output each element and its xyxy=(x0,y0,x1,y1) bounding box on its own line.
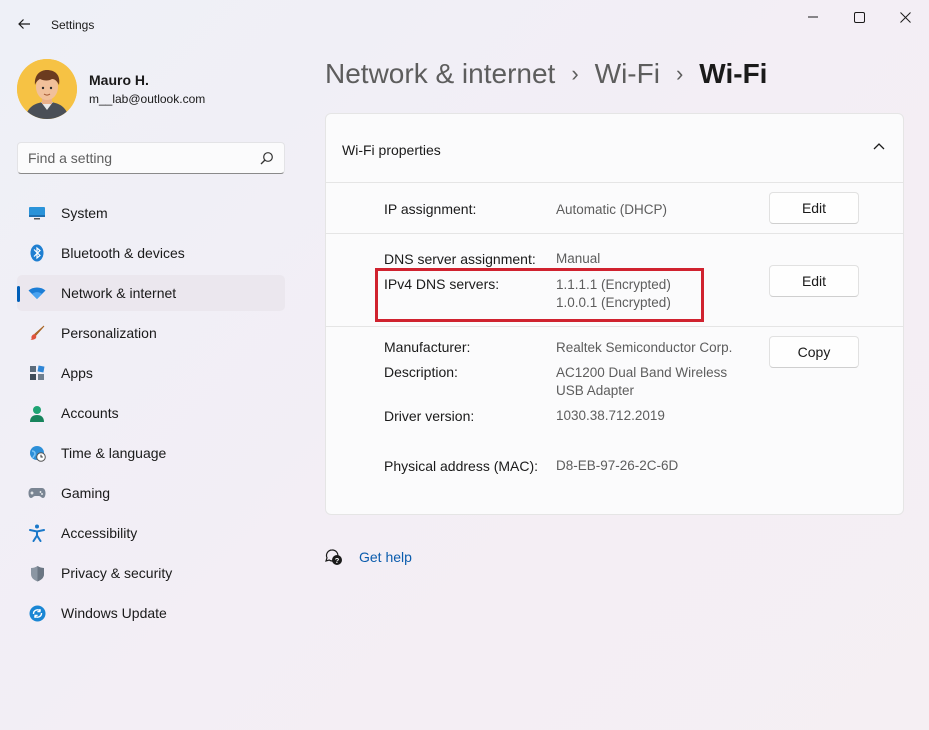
sidebar-item-gaming[interactable]: Gaming xyxy=(17,475,285,511)
shield-icon xyxy=(28,564,46,582)
sidebar-item-label: Windows Update xyxy=(61,605,167,621)
card-title: Wi-Fi properties xyxy=(342,142,441,158)
dns-assignment-value: Manual xyxy=(556,251,601,266)
apps-icon xyxy=(28,364,46,382)
search-input[interactable] xyxy=(18,143,248,173)
monitor-icon xyxy=(28,204,46,222)
description-label: Description: xyxy=(384,364,458,380)
sidebar-item-label: Network & internet xyxy=(61,285,177,301)
breadcrumb: Network & internet › Wi-Fi › Wi-Fi xyxy=(325,58,767,90)
get-help-link[interactable]: ? Get help xyxy=(325,548,412,566)
sidebar-nav: System Bluetooth & devices Network & int… xyxy=(17,195,285,635)
accessibility-icon xyxy=(28,524,46,542)
sidebar-item-label: Bluetooth & devices xyxy=(61,245,185,261)
edit-ip-button[interactable]: Edit xyxy=(769,192,859,224)
app-title: Settings xyxy=(51,18,95,32)
page-title: Wi-Fi xyxy=(699,58,768,89)
breadcrumb-separator: › xyxy=(571,61,579,86)
sidebar-item-label: Time & language xyxy=(61,445,167,461)
sidebar-item-network[interactable]: Network & internet xyxy=(17,275,285,311)
search-box xyxy=(17,142,285,174)
sidebar-item-label: Apps xyxy=(61,365,93,381)
wifi-properties-header[interactable]: Wi-Fi properties xyxy=(326,114,903,183)
manufacturer-value: Realtek Semiconductor Corp. xyxy=(556,340,733,355)
dns-assignment-label: DNS server assignment: xyxy=(384,251,536,267)
person-icon xyxy=(28,404,46,422)
breadcrumb-item-network[interactable]: Network & internet xyxy=(325,58,555,90)
search-icon[interactable] xyxy=(260,151,274,165)
manufacturer-label: Manufacturer: xyxy=(384,339,471,355)
maximize-icon xyxy=(853,11,865,23)
row-divider xyxy=(326,233,903,234)
globe-clock-icon xyxy=(28,444,46,462)
driver-version-value: 1030.38.712.2019 xyxy=(556,408,665,423)
sidebar-item-privacy-security[interactable]: Privacy & security xyxy=(17,555,285,591)
ip-assignment-value: Automatic (DHCP) xyxy=(556,202,668,217)
sidebar-item-label: Accounts xyxy=(61,405,119,421)
avatar[interactable] xyxy=(17,59,77,119)
close-icon xyxy=(899,11,911,23)
back-button[interactable] xyxy=(10,10,38,38)
sidebar-item-label: Accessibility xyxy=(61,525,138,541)
sidebar-item-system[interactable]: System xyxy=(17,195,285,231)
sidebar-item-label: Personalization xyxy=(61,325,157,341)
get-help-label: Get help xyxy=(359,549,412,565)
sidebar-item-label: Privacy & security xyxy=(61,565,173,581)
mac-address-label: Physical address (MAC): xyxy=(384,458,539,474)
update-icon xyxy=(28,604,46,622)
sidebar-item-bluetooth[interactable]: Bluetooth & devices xyxy=(17,235,285,271)
svg-text:?: ? xyxy=(335,556,340,565)
minimize-icon xyxy=(808,16,818,18)
user-name: Mauro H. xyxy=(89,72,149,88)
description-value-line2: USB Adapter xyxy=(556,383,635,398)
breadcrumb-item-wifi[interactable]: Wi-Fi xyxy=(595,58,660,90)
sidebar-item-label: Gaming xyxy=(61,485,111,501)
sidebar-item-time-language[interactable]: Time & language xyxy=(17,435,285,471)
sidebar-item-apps[interactable]: Apps xyxy=(17,355,285,391)
mac-address-value: D8-EB-97-26-2C-6D xyxy=(556,458,679,473)
help-chat-icon: ? xyxy=(325,549,342,565)
minimize-button[interactable] xyxy=(790,0,836,34)
copy-button[interactable]: Copy xyxy=(769,336,859,368)
chevron-up-icon[interactable] xyxy=(873,142,885,150)
maximize-button[interactable] xyxy=(836,0,882,34)
sidebar-item-label: System xyxy=(61,205,108,221)
settings-window: Settings Mauro H. m__lab@outlook.com Fin… xyxy=(0,0,929,730)
bluetooth-icon xyxy=(28,244,46,262)
close-button[interactable] xyxy=(882,0,928,34)
breadcrumb-separator: › xyxy=(675,61,684,86)
wifi-icon xyxy=(28,284,46,302)
gamepad-icon xyxy=(28,484,46,502)
sidebar-item-accounts[interactable]: Accounts xyxy=(17,395,285,431)
ip-assignment-label: IP assignment: xyxy=(384,201,477,217)
user-email: m__lab@outlook.com xyxy=(89,92,206,106)
paintbrush-icon xyxy=(28,324,46,342)
title-bar: Settings xyxy=(0,0,929,50)
avatar-image-icon xyxy=(17,59,77,119)
back-arrow-icon xyxy=(18,19,30,29)
driver-version-label: Driver version: xyxy=(384,408,475,424)
sidebar-item-personalization[interactable]: Personalization xyxy=(17,315,285,351)
edit-dns-button[interactable]: Edit xyxy=(769,265,859,297)
dns-highlight-box xyxy=(375,268,704,322)
row-divider xyxy=(326,326,903,327)
sidebar-item-windows-update[interactable]: Windows Update xyxy=(17,595,285,631)
description-value-line1: AC1200 Dual Band Wireless xyxy=(556,365,728,380)
sidebar-item-accessibility[interactable]: Accessibility xyxy=(17,515,285,551)
